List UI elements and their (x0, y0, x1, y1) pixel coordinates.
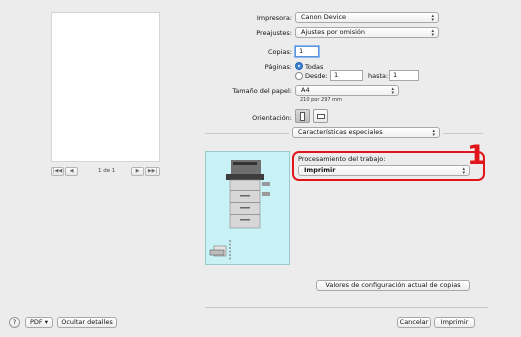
copies-label: Copias: (267, 48, 292, 56)
help-button[interactable]: ? (9, 317, 20, 328)
presets-value: Ajustes por omisión (301, 28, 366, 36)
orientation-label: Orientación: (252, 114, 292, 122)
popup-arrows-icon: ▴ ▾ (431, 28, 434, 38)
paper-size-value: A4 (301, 86, 310, 94)
paper-size-label: Tamaño del papel: (232, 87, 292, 95)
section-popup[interactable]: Características especiales ▴ ▾ (292, 127, 440, 138)
print-button[interactable]: Imprimir (434, 317, 475, 328)
pages-to-field[interactable]: 1 (389, 70, 419, 81)
pages-all-radio[interactable] (295, 62, 303, 70)
prev-page-button[interactable]: ◀ (65, 167, 78, 176)
bottom-divider (205, 307, 488, 308)
hide-details-button[interactable]: Ocultar detalles (57, 317, 117, 328)
landscape-button[interactable] (313, 109, 328, 123)
printer-value: Canon Device (301, 13, 347, 21)
section-divider-left (205, 133, 289, 134)
copies-field[interactable]: 1 (295, 46, 319, 57)
pdf-menu-button[interactable]: PDF ▾ (25, 317, 53, 328)
pages-all-label: Todas (305, 63, 324, 71)
section-value: Características especiales (298, 128, 383, 136)
last-page-button[interactable]: ▶▶| (145, 167, 160, 176)
popup-arrows-icon: ▴ ▾ (432, 128, 435, 138)
printer-popup[interactable]: Canon Device ▴ ▾ (295, 12, 439, 23)
presets-label: Preajustes: (256, 29, 292, 37)
portrait-button[interactable] (295, 109, 310, 123)
section-divider-right (443, 133, 483, 134)
portrait-icon (300, 112, 305, 121)
next-page-button[interactable]: ▶ (131, 167, 144, 176)
printer-label: Impresora: (256, 14, 292, 22)
pages-label: Páginas: (264, 63, 292, 71)
popup-arrows-icon: ▴ ▾ (431, 13, 434, 23)
printer-machine-icon (209, 160, 270, 260)
presets-popup[interactable]: Ajustes por omisión ▴ ▾ (295, 27, 439, 38)
job-processing-value: Imprimir (304, 166, 336, 174)
popup-arrows-icon: ▴ ▾ (391, 86, 394, 96)
copy-settings-button[interactable]: Valores de configuración actual de copia… (316, 280, 470, 291)
cancel-button[interactable]: Cancelar (397, 317, 431, 328)
preview-pager: |◀◀ ◀ 1 de 1 ▶ ▶▶| (51, 167, 160, 177)
job-processing-label: Procesamiento del trabajo: (298, 155, 386, 163)
first-page-button[interactable]: |◀◀ (51, 167, 64, 176)
pages-to-label: hasta: (368, 72, 389, 80)
pages-range-radio[interactable] (295, 72, 303, 80)
print-preview-page (51, 12, 160, 162)
paper-dimensions: 210 por 297 mm (300, 97, 342, 103)
pages-from-field[interactable]: 1 (330, 70, 363, 81)
pages-from-label: Desde: (305, 72, 328, 80)
page-indicator: 1 de 1 (98, 168, 116, 174)
popup-arrows-icon: ▴ ▾ (462, 166, 465, 176)
paper-size-popup[interactable]: A4 ▴ ▾ (295, 85, 399, 96)
landscape-icon (317, 114, 325, 119)
job-processing-popup[interactable]: Imprimir ▴ ▾ (298, 165, 470, 176)
printer-illustration-panel (205, 151, 290, 265)
callout-number: 1 (467, 140, 486, 171)
